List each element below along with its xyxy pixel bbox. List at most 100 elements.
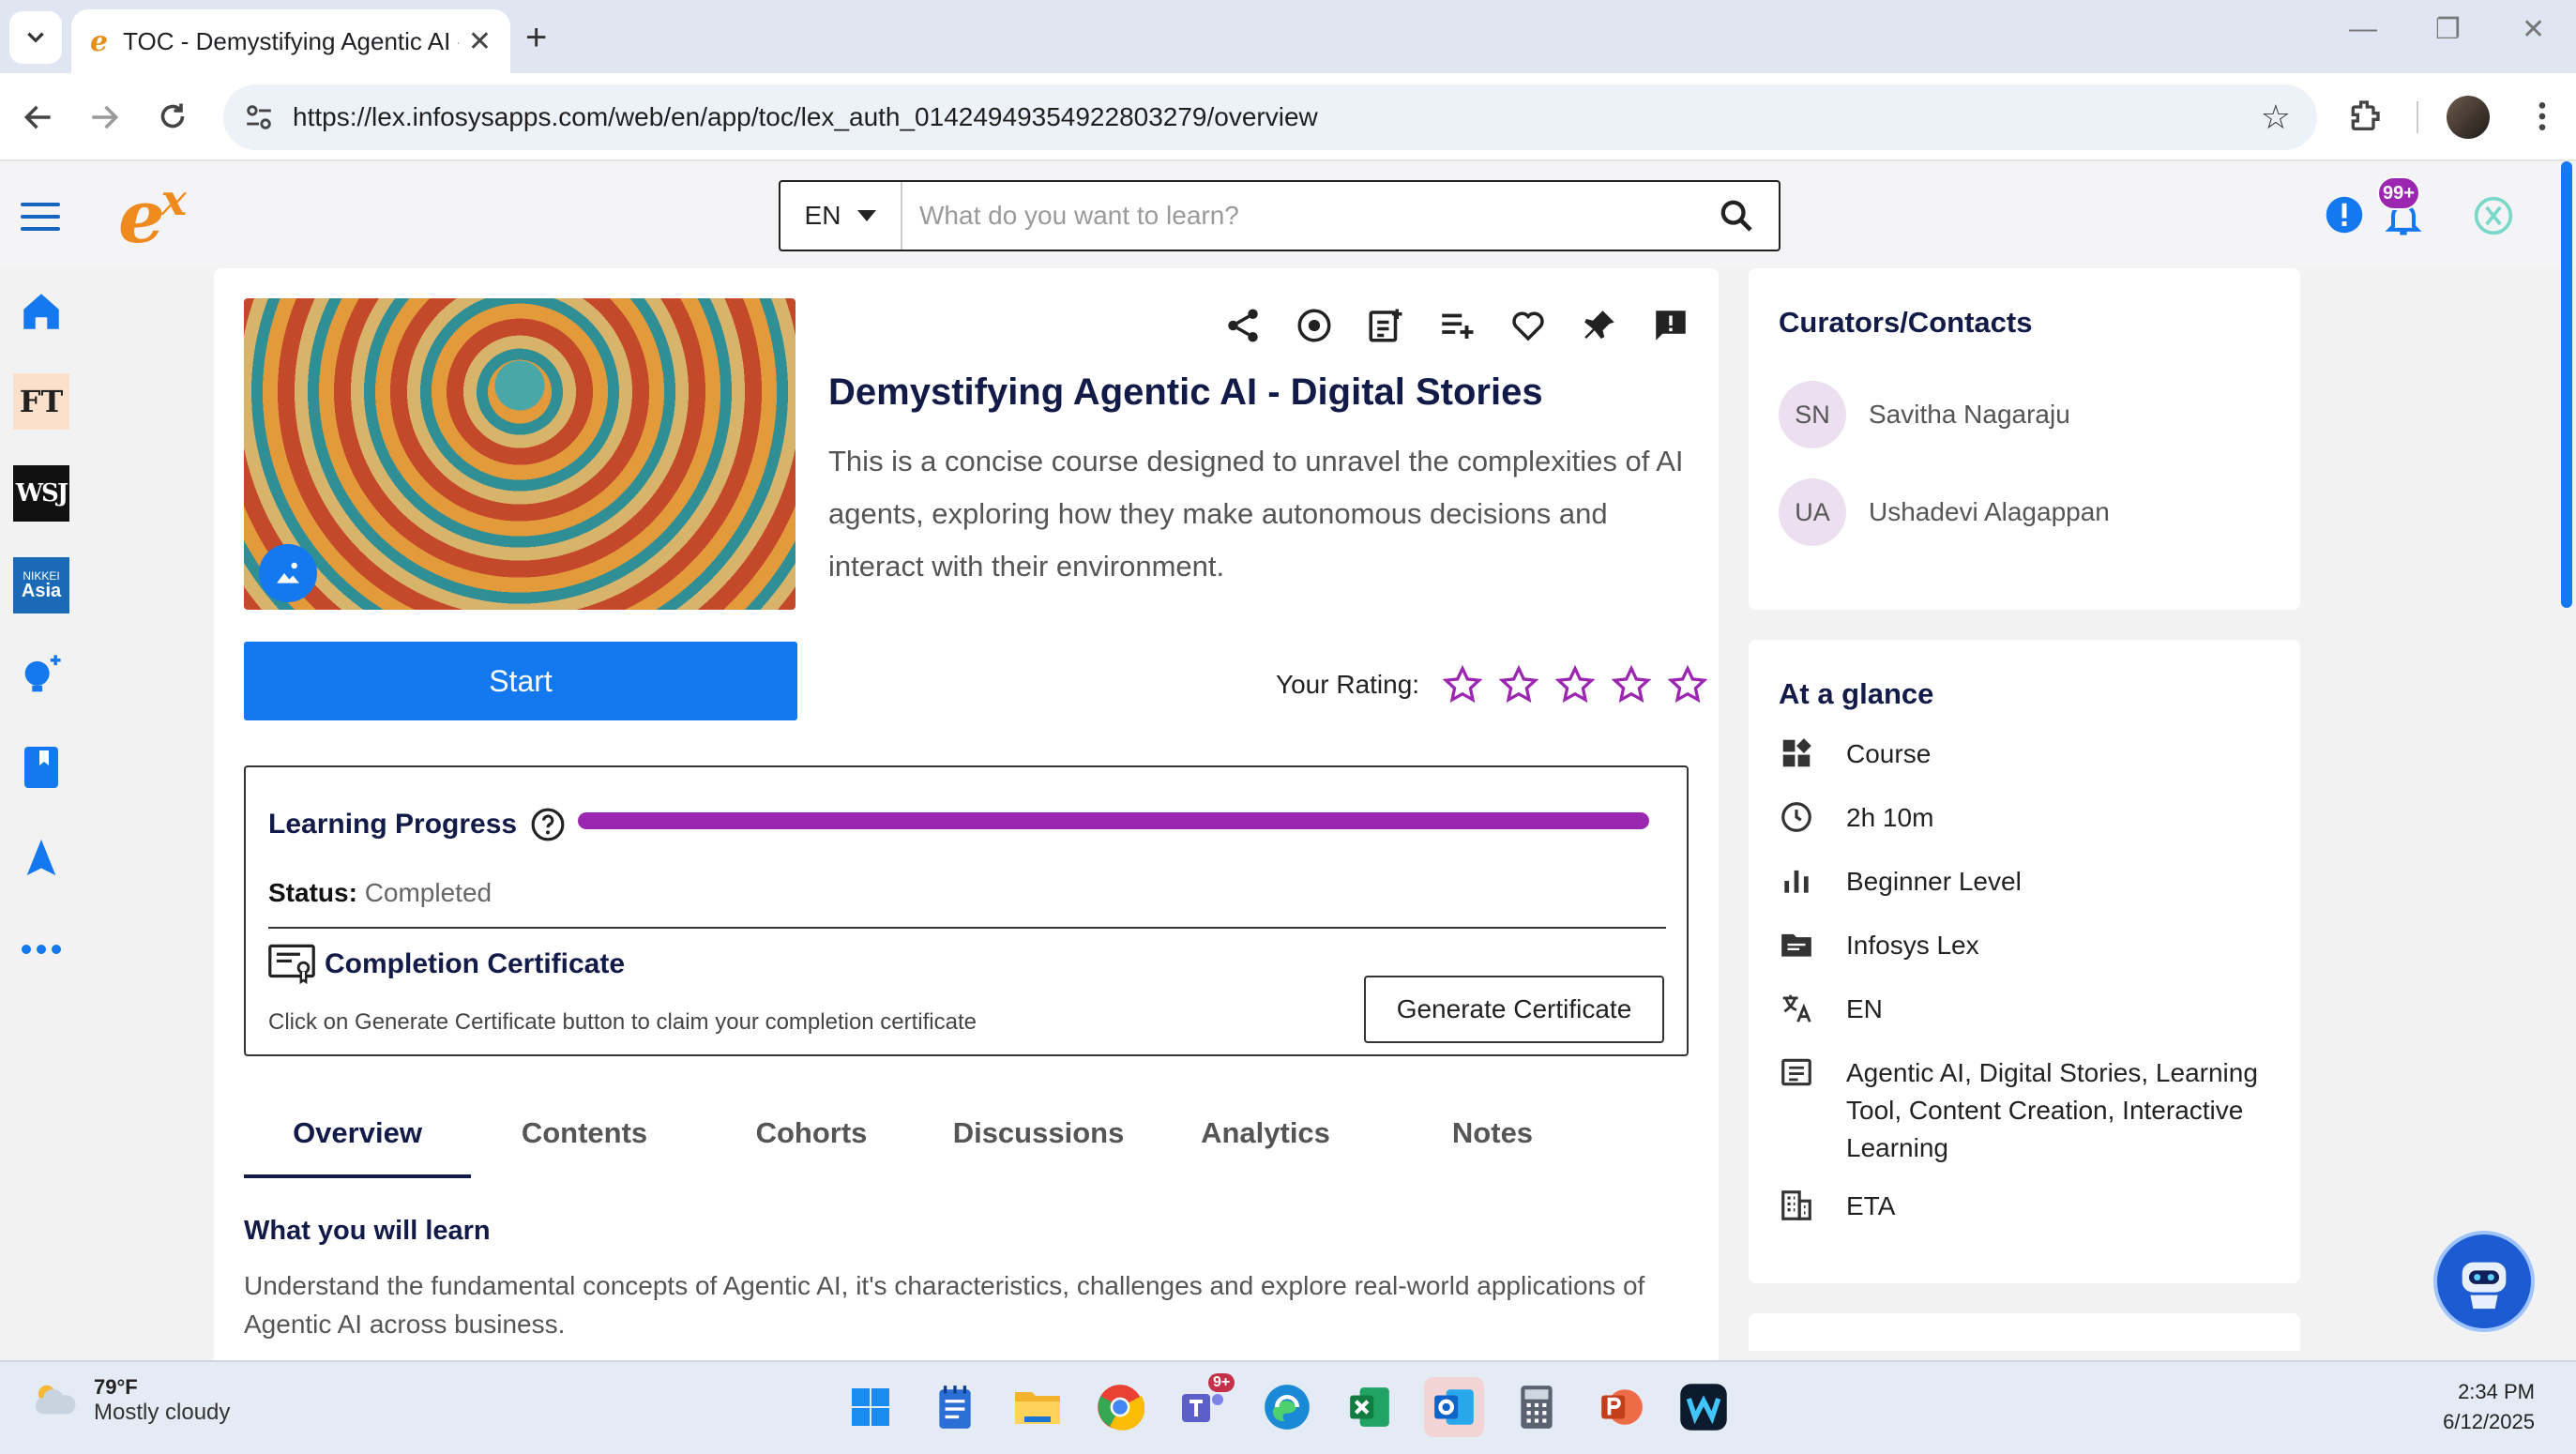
taskbar-start[interactable]: [841, 1377, 901, 1437]
certificate-icon: [268, 944, 315, 985]
reload-icon[interactable]: [156, 99, 189, 133]
home-icon: [23, 294, 59, 329]
rail-home[interactable]: [13, 283, 69, 340]
learning-progress-heading: Learning Progress: [268, 807, 566, 842]
rail-ideas[interactable]: [13, 647, 69, 704]
tab-discussions[interactable]: Discussions: [925, 1099, 1152, 1167]
glance-item-tags: Agentic AI, Digital Stories, Learning To…: [1779, 1054, 2278, 1167]
clock-time: 2:34 PM: [2458, 1380, 2535, 1403]
browser-tab-bar: e TOC - Demystifying Agentic AI - ✕ + — …: [0, 0, 2576, 73]
tab-contents[interactable]: Contents: [471, 1099, 698, 1167]
learning-progress-bar: [578, 812, 1649, 829]
share-icon[interactable]: [1223, 306, 1263, 345]
forward-arrow-icon[interactable]: [86, 99, 122, 135]
contact-avatar: UA: [1779, 478, 1846, 546]
extensions-icon[interactable]: [2345, 98, 2383, 135]
rail-ft[interactable]: FT: [13, 373, 69, 430]
rating-star-5-icon[interactable]: [1667, 664, 1708, 705]
target-icon[interactable]: [1295, 306, 1334, 345]
search-input[interactable]: [902, 182, 1694, 250]
add-to-playlist-icon[interactable]: [1366, 306, 1405, 345]
chatbot-assistant-button[interactable]: [2433, 1231, 2535, 1332]
tab-search-dropdown[interactable]: [9, 11, 62, 64]
favorite-heart-icon[interactable]: [1508, 306, 1548, 345]
contact-item[interactable]: UA Ushadevi Alagappan: [1779, 478, 2110, 546]
alert-info-icon[interactable]: [2325, 195, 2364, 235]
taskbar-powerpoint[interactable]: [1591, 1377, 1651, 1437]
toolbar-divider: [2417, 101, 2418, 133]
browser-menu-icon[interactable]: [2523, 98, 2561, 135]
taskbar-calculator[interactable]: [1507, 1377, 1567, 1437]
taskbar-teams[interactable]: 9+: [1173, 1373, 1235, 1437]
page-scrollbar[interactable]: [2561, 161, 2572, 608]
rail-nikkei-asia[interactable]: NIKKEI Asia: [13, 557, 69, 613]
notification-count-badge: 99+: [2377, 176, 2420, 210]
generate-certificate-button[interactable]: Generate Certificate: [1364, 976, 1664, 1043]
tab-notes[interactable]: Notes: [1379, 1099, 1606, 1167]
learning-progress-title: Learning Progress: [268, 809, 518, 840]
browser-tab-active[interactable]: e TOC - Demystifying Agentic AI - ✕: [71, 9, 510, 73]
browser-tab-title: TOC - Demystifying Agentic AI -: [123, 26, 459, 55]
rating-star-1-icon[interactable]: [1442, 664, 1483, 705]
glance-item-level: Beginner Level: [1779, 863, 2278, 901]
course-thumbnail: [244, 298, 796, 610]
weather-temperature: 79°F: [94, 1375, 138, 1399]
completion-certificate-heading: Completion Certificate: [268, 944, 625, 985]
browser-profile-avatar[interactable]: [2447, 96, 2490, 139]
tab-cohorts[interactable]: Cohorts: [698, 1099, 925, 1167]
taskbar-file-explorer[interactable]: [1008, 1377, 1068, 1437]
taskbar-notepad[interactable]: [925, 1377, 985, 1437]
taskbar-excel[interactable]: [1340, 1377, 1400, 1437]
add-to-queue-icon[interactable]: [1437, 306, 1477, 345]
user-profile-icon[interactable]: [2473, 195, 2514, 236]
taskbar-webex[interactable]: [1674, 1377, 1734, 1437]
rail-wsj[interactable]: WSJ: [13, 465, 69, 522]
rail-navigate[interactable]: [13, 829, 69, 886]
tags-icon: [1781, 1058, 1811, 1086]
tab-overview[interactable]: Overview: [244, 1099, 471, 1178]
back-arrow-icon[interactable]: [21, 99, 56, 135]
new-tab-icon[interactable]: +: [525, 17, 547, 59]
rating-star-3-icon[interactable]: [1554, 664, 1596, 705]
close-window-icon[interactable]: ✕: [2522, 13, 2545, 46]
restore-window-icon[interactable]: ❐: [2435, 13, 2461, 46]
bookmark-star-icon[interactable]: ☆: [2261, 98, 2291, 137]
language-select[interactable]: EN: [780, 182, 902, 250]
pin-icon[interactable]: [1580, 306, 1619, 345]
site-info-icon[interactable]: [242, 101, 276, 133]
glance-value: Agentic AI, Digital Stories, Learning To…: [1846, 1058, 2258, 1162]
rating-star-4-icon[interactable]: [1611, 664, 1652, 705]
contact-name: Savitha Nagaraju: [1869, 400, 2070, 429]
start-course-button[interactable]: Start: [244, 642, 797, 720]
weather-widget[interactable]: 79°F Mostly cloudy: [28, 1375, 230, 1426]
glance-item-type: Course: [1779, 735, 2278, 773]
system-clock[interactable]: 2:34 PM 6/12/2025: [2443, 1377, 2535, 1437]
glance-value: ETA: [1846, 1191, 1896, 1220]
minimize-window-icon[interactable]: —: [2349, 13, 2377, 45]
hamburger-menu-icon[interactable]: [21, 203, 60, 231]
ft-logo-text: FT: [19, 384, 64, 419]
search-bar: EN: [779, 180, 1780, 251]
widgets-icon: [1782, 738, 1811, 767]
lex-logo[interactable]: ex: [118, 174, 187, 260]
glance-item-language: EN: [1779, 991, 2278, 1028]
language-select-value: EN: [804, 201, 841, 230]
url-omnibox[interactable]: https://lex.infosysapps.com/web/en/app/t…: [223, 84, 2317, 150]
glance-value: Beginner Level: [1846, 867, 2022, 896]
course-description: This is a concise course designed to unr…: [828, 445, 1684, 583]
search-button[interactable]: [1694, 197, 1779, 235]
contact-item[interactable]: SN Savitha Nagaraju: [1779, 381, 2070, 448]
more-dots-icon: [22, 945, 61, 954]
tab-analytics[interactable]: Analytics: [1152, 1099, 1379, 1167]
taskbar-edge[interactable]: [1257, 1377, 1317, 1437]
close-tab-icon[interactable]: ✕: [468, 25, 492, 58]
help-question-icon[interactable]: [530, 807, 566, 842]
clock-date: 6/12/2025: [2443, 1410, 2535, 1433]
feedback-icon[interactable]: [1651, 306, 1690, 345]
rating-star-2-icon[interactable]: [1498, 664, 1539, 705]
rail-more[interactable]: [13, 921, 69, 977]
rail-library[interactable]: [13, 739, 69, 795]
taskbar-outlook[interactable]: [1424, 1377, 1484, 1437]
certificate-note: Click on Generate Certificate button to …: [268, 1009, 977, 1035]
taskbar-chrome[interactable]: [1090, 1377, 1150, 1437]
